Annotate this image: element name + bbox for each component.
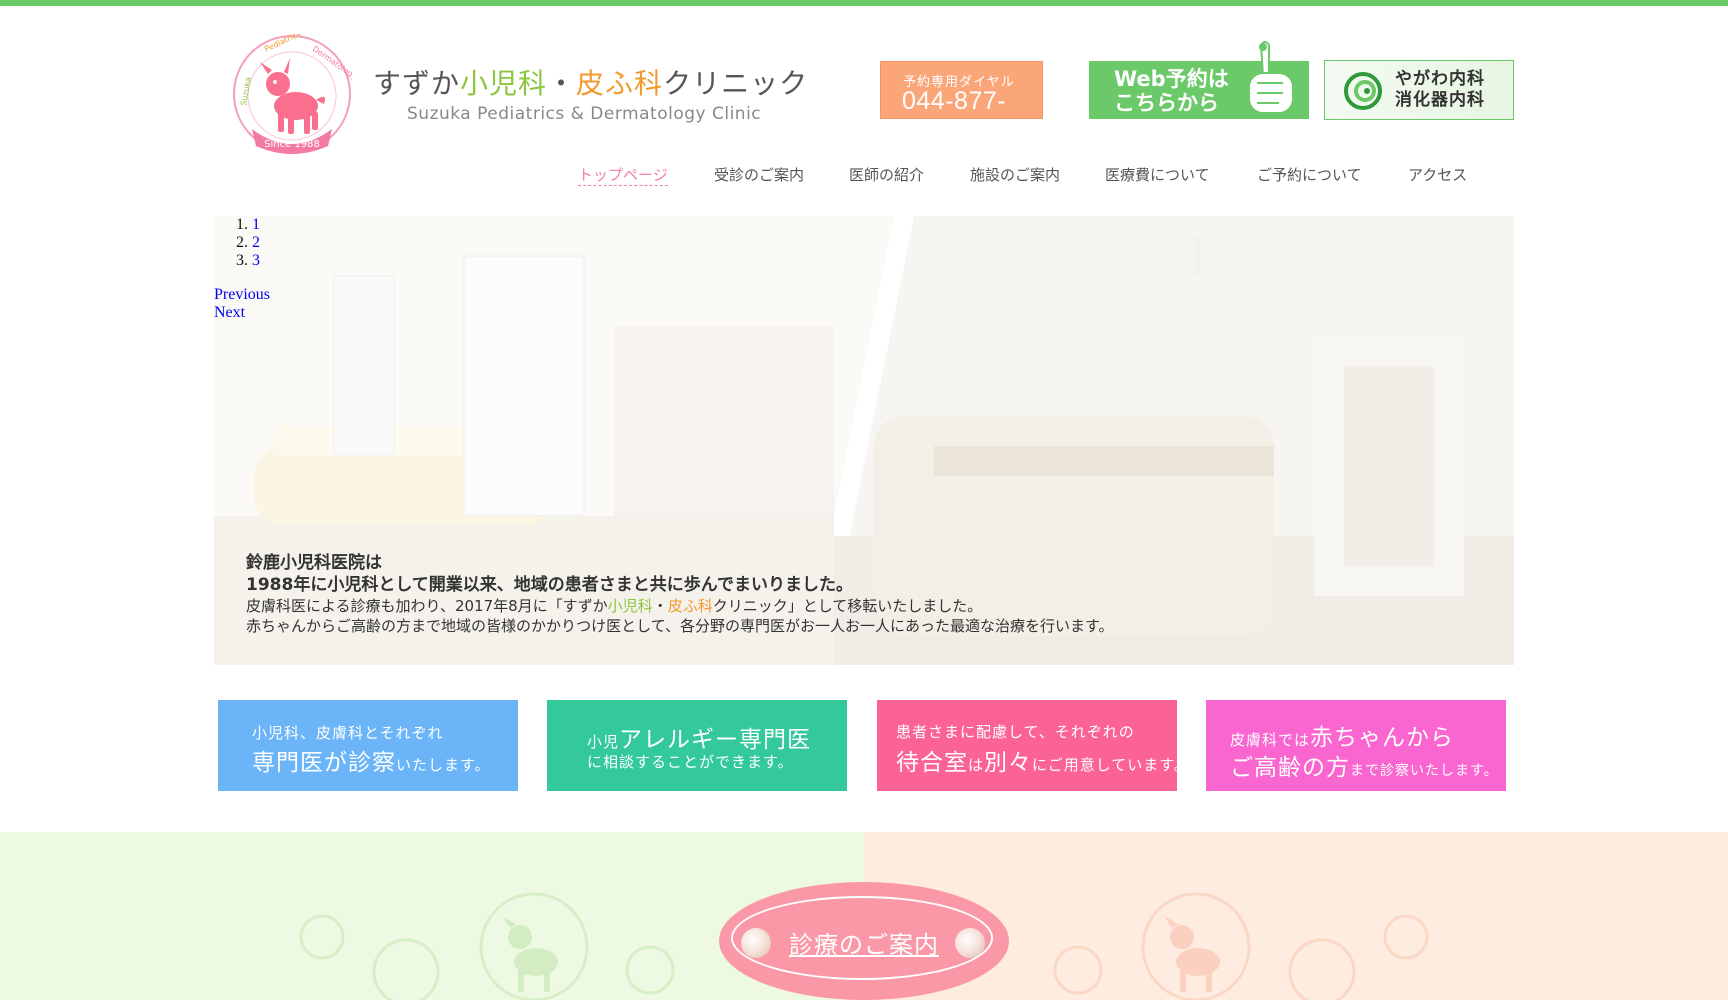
feature3-big2: 別々 xyxy=(984,750,1033,776)
nav-item-facilities[interactable]: 施設のご案内 xyxy=(970,164,1060,185)
medical-guide-button[interactable]: 診療のご案内 xyxy=(719,882,1009,1000)
pager-link-1[interactable]: 1 xyxy=(252,216,260,233)
feature1-line1: 小児科、皮膚科とそれぞれ xyxy=(252,724,444,742)
nav-item-access[interactable]: アクセス xyxy=(1408,164,1467,185)
yagawa-line2: 消化器内科 xyxy=(1395,90,1485,110)
yagawa-swirl-logo-icon xyxy=(1344,72,1382,110)
medical-guide-label: 診療のご案内 xyxy=(789,931,939,959)
web-reservation-line2: こちらから xyxy=(1114,91,1219,115)
svg-text:Since 1988: Since 1988 xyxy=(264,139,320,150)
feature4-big2: ご高齢の方 xyxy=(1230,755,1350,781)
feature-box-all-ages[interactable]: 皮膚科では赤ちゃんから ご高齢の方まで診察いたします。 xyxy=(1206,700,1506,791)
nav-item-medical-fees[interactable]: 医療費について xyxy=(1105,164,1210,185)
caption-line-1: 皮膚科医による診療も加わり、2017年8月に「すずか小児科・皮ふ科クリニック」と… xyxy=(246,596,1113,616)
yagawa-clinic-link-button[interactable]: やがわ内科 消化器内科 xyxy=(1324,60,1514,120)
feature4-small1: 皮膚科では xyxy=(1230,731,1311,749)
pager-link-2[interactable]: 2 xyxy=(252,234,260,251)
title-part-dermatology: 皮ふ科 xyxy=(576,67,664,100)
feature3-small1: は xyxy=(968,756,985,774)
feature2-big: アレルギー専門医 xyxy=(619,727,812,753)
nav-item-doctors[interactable]: 医師の紹介 xyxy=(849,164,924,185)
title-part-suzuka: すずか xyxy=(373,67,461,100)
slider-controls: Previous Next xyxy=(214,286,270,322)
caption-heading-1: 鈴鹿小児科医院は xyxy=(246,553,382,573)
pager-link-3[interactable]: 3 xyxy=(252,252,260,269)
yagawa-line1: やがわ内科 xyxy=(1395,69,1485,89)
title-separator: ・ xyxy=(547,67,577,100)
feature4-line2: ご高齢の方まで診察いたします。 xyxy=(1230,748,1499,782)
slider-next-link[interactable]: Next xyxy=(214,304,270,322)
clinic-logo[interactable]: Since 1988 Suzuka Pediatrics Dermatology xyxy=(232,29,359,154)
feature-box-specialists[interactable]: 小児科、皮膚科とそれぞれ 専門医が診察いたします。 xyxy=(218,700,518,791)
feature3-line2: 待合室は別々にご用意しています。 xyxy=(896,743,1190,777)
top-accent-bar xyxy=(0,0,1728,6)
caption-line-1-a: 皮膚科医による診療も加わり、2017年8月に「すずか xyxy=(246,597,608,615)
feature2-line2: に相談することができます。 xyxy=(587,753,794,771)
pager-item: 3 xyxy=(252,252,260,270)
thumbs-up-hand-icon xyxy=(1248,41,1294,114)
feature-box-waiting-rooms[interactable]: 患者さまに配慮して、それぞれの 待合室は別々にご用意しています。 xyxy=(877,700,1189,791)
title-part-pediatrics: 小児科 xyxy=(460,67,548,100)
hero-caption: 鈴鹿小児科医院は 1988年に小児科として開業以来、地域の患者さまと共に歩んでま… xyxy=(246,552,1113,636)
web-reservation-button[interactable]: Web予約は こちらから xyxy=(1089,41,1309,119)
reservation-dial-button[interactable]: 予約専用ダイヤル 044-877-8587 xyxy=(880,61,1043,144)
slider-previous-link[interactable]: Previous xyxy=(214,286,270,304)
title-part-clinic: クリニック xyxy=(663,67,809,100)
pager-item: 1 xyxy=(252,216,260,234)
slider-pager: 1 2 3 xyxy=(232,216,260,270)
hero-slider: 1 2 3 Previous Next 鈴鹿小児科医院は 1988年に小児科とし… xyxy=(214,216,1514,665)
caption-line-2: 赤ちゃんからご高齢の方まで地域の皆様のかかりつけ医として、各分野の専門医がお一人… xyxy=(246,617,1114,635)
caption-pediatrics: 小児科 xyxy=(607,597,653,615)
feature2-line1: 小児アレルギー専門医 xyxy=(587,720,811,754)
nav-item-reservations[interactable]: ご予約について xyxy=(1257,164,1362,185)
caption-line-1-e: クリニック」として移転いたしました。 xyxy=(712,597,983,615)
site-title[interactable]: すずか小児科・皮ふ科クリニック xyxy=(373,62,808,102)
guide-section: 診療のご案内 xyxy=(0,832,1728,1000)
caption-dermatology: 皮ふ科 xyxy=(667,597,713,615)
dial-number: 044-877-8587 xyxy=(902,87,1007,144)
feature4-small2: まで診察いたします。 xyxy=(1350,763,1499,779)
caption-heading-2: 1988年に小児科として開業以来、地域の患者さまと共に歩んでまいりました。 xyxy=(246,575,853,595)
pager-item: 2 xyxy=(252,234,260,252)
feature1-line2: 専門医が診察いたします。 xyxy=(252,743,491,777)
nav-item-consultation-guide[interactable]: 受診のご案内 xyxy=(714,164,804,185)
feature1-small: いたします。 xyxy=(396,756,491,774)
main-navigation: トップページ 受診のご案内 医師の紹介 施設のご案内 医療費について ご予約につ… xyxy=(0,164,1728,188)
feature3-line1: 患者さまに配慮して、それぞれの xyxy=(896,723,1135,741)
feature3-big1: 待合室 xyxy=(896,750,968,776)
feature3-small2: にご用意しています。 xyxy=(1032,756,1190,774)
caption-separator: ・ xyxy=(652,597,668,615)
site-subtitle: Suzuka Pediatrics & Dermatology Clinic xyxy=(407,104,762,124)
feature1-big: 専門医が診察 xyxy=(252,750,396,776)
feature-box-allergy[interactable]: 小児アレルギー専門医 に相談することができます。 xyxy=(547,700,847,791)
feature4-line1: 皮膚科では赤ちゃんから xyxy=(1230,718,1454,752)
feature2-small: 小児 xyxy=(587,733,620,751)
nav-item-top[interactable]: トップページ xyxy=(578,164,668,186)
web-reservation-line1: Web予約は xyxy=(1114,67,1229,91)
